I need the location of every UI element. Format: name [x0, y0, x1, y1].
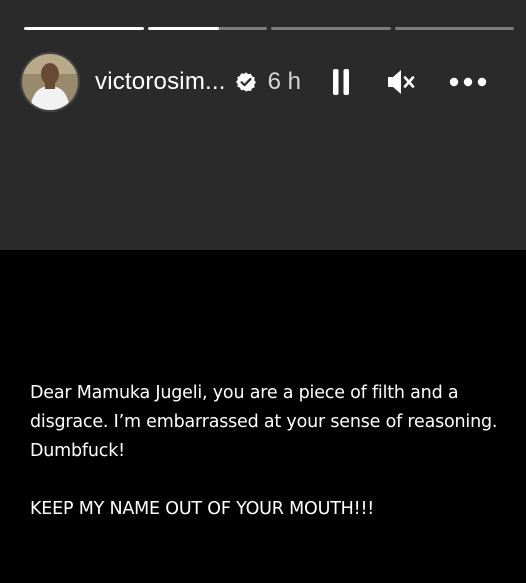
username[interactable]: victorosim...	[95, 68, 226, 96]
story-viewer: victorosim... 6 h Dear Mamuka Jugeli, yo…	[0, 0, 526, 583]
pause-icon	[333, 69, 349, 95]
story-top-panel: victorosim... 6 h	[0, 0, 526, 250]
progress-segment-2	[147, 27, 267, 30]
progress-segment-1	[24, 27, 144, 30]
post-time: 6 h	[267, 68, 301, 95]
verified-badge-icon	[235, 72, 256, 92]
speaker-muted-icon	[388, 70, 415, 94]
caption-paragraph: Dear Mamuka Jugeli, you are a piece of f…	[30, 383, 498, 461]
avatar[interactable]	[22, 54, 78, 110]
caption-paragraph: KEEP MY NAME OUT OF YOUR MOUTH!!!	[30, 499, 375, 519]
mute-button[interactable]	[385, 67, 417, 97]
story-header: victorosim... 6 h	[22, 52, 504, 112]
story-caption: Dear Mamuka Jugeli, you are a piece of f…	[30, 379, 506, 524]
progress-segment-4	[394, 27, 514, 30]
avatar-image	[22, 54, 78, 110]
progress-segment-3	[271, 27, 391, 30]
more-options-button[interactable]	[448, 67, 488, 97]
more-horizontal-icon	[449, 77, 487, 87]
story-progress-bar	[24, 27, 514, 31]
pause-button[interactable]	[329, 67, 353, 97]
